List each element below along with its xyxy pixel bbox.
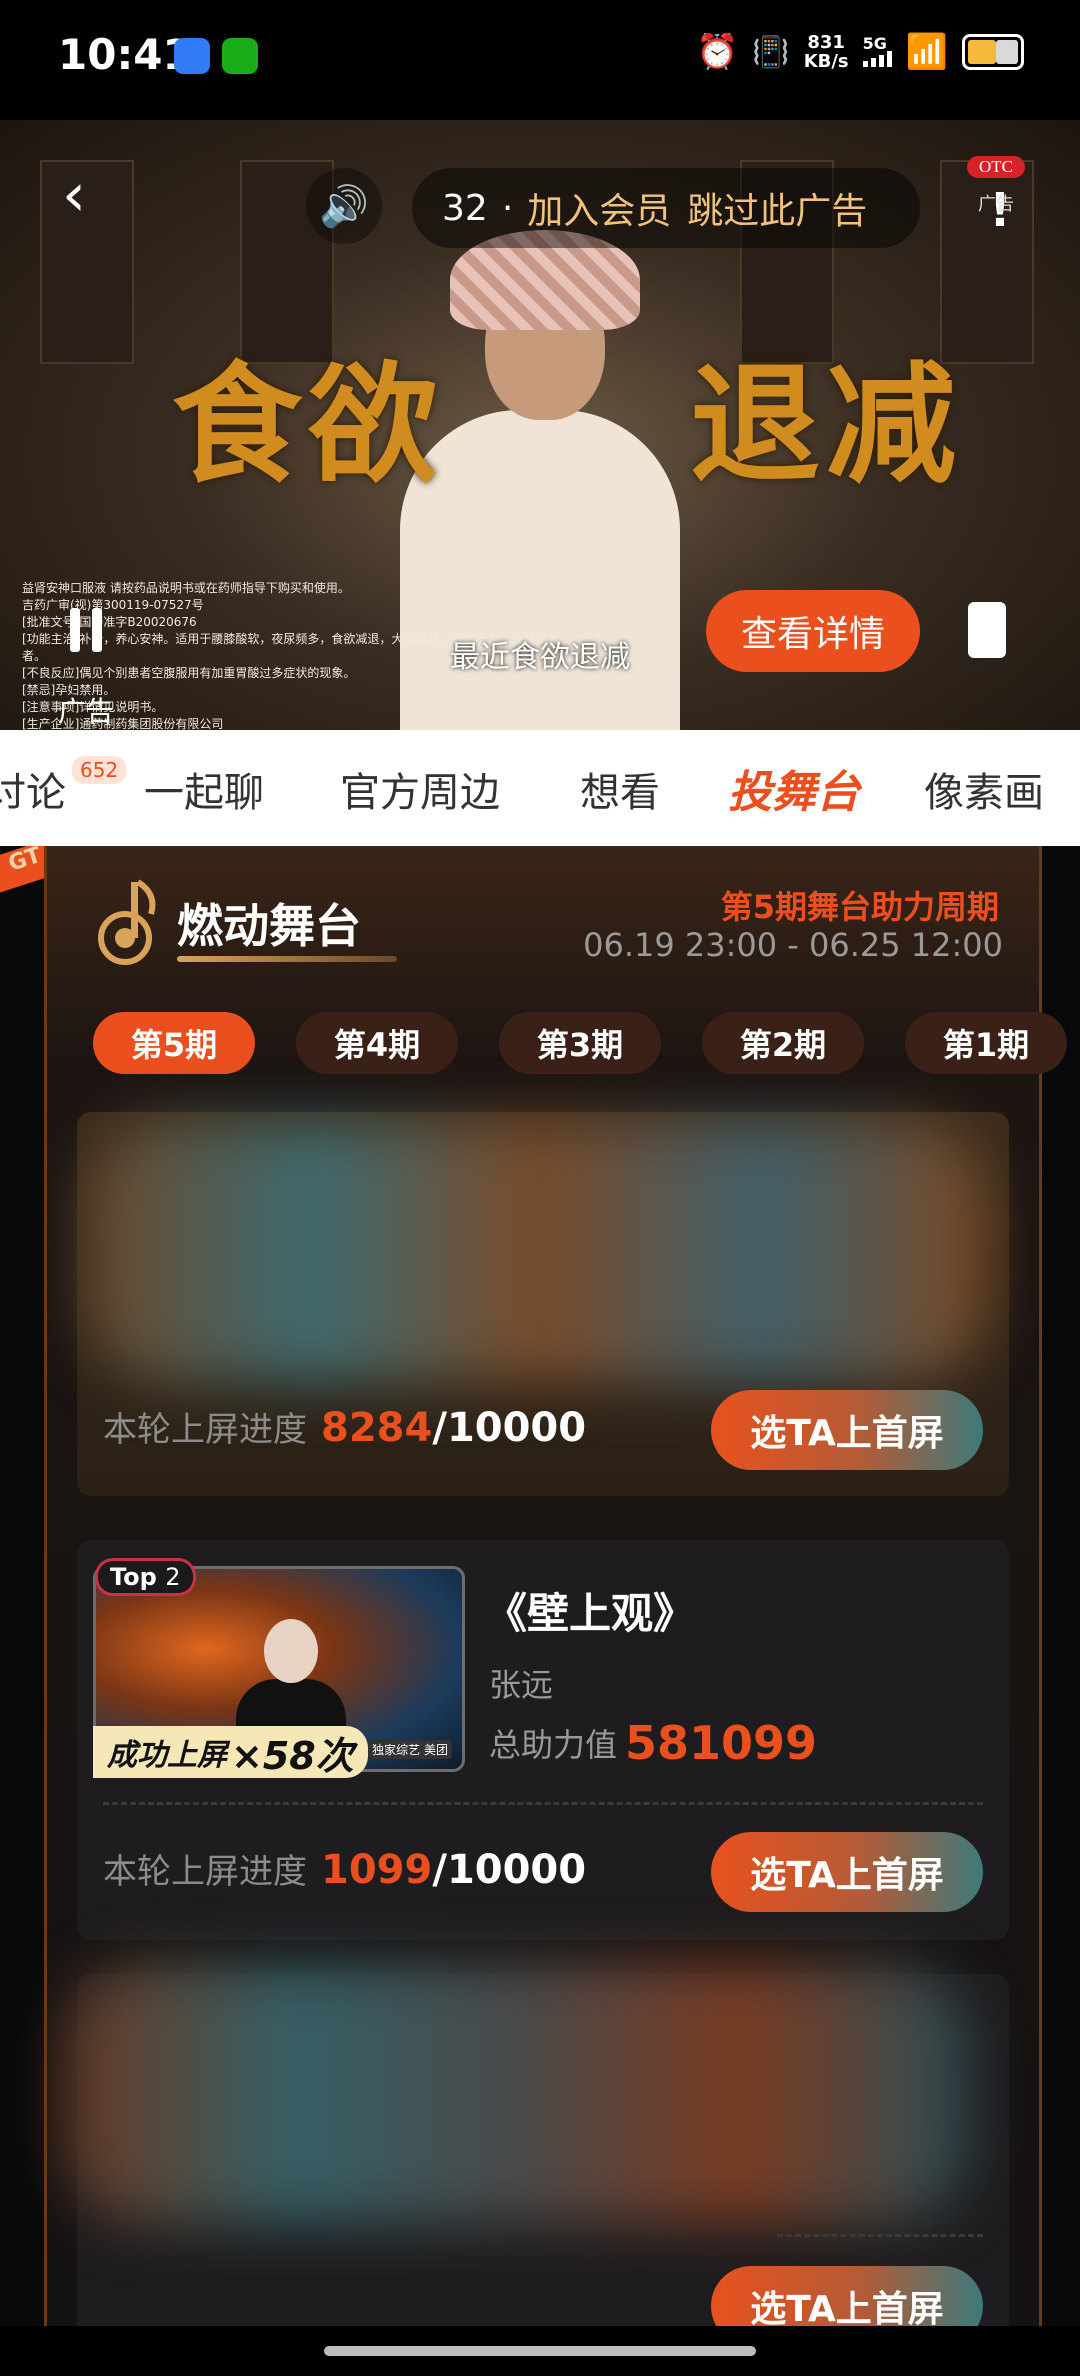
wechat-icon xyxy=(222,38,258,74)
gesture-nav-bar xyxy=(0,2326,1080,2376)
song-title: 《壁上观》 xyxy=(485,1589,696,1638)
pick-top-screen-button[interactable]: 选TA上首屏 xyxy=(711,2266,983,2326)
total-power: 总助力值 581099 xyxy=(489,1716,818,1770)
thumbnail-corner-logo: 独家综艺 美团 xyxy=(368,1740,452,1759)
otc-badge: OTC xyxy=(967,156,1025,178)
tab-bar: 讨论 652 一起聊 官方周边 想看 投舞台 像素画 xyxy=(0,730,1080,846)
video-ad-player[interactable]: 食欲 退减 ‹ 🔊 32 · 加入会员 跳过此广告 OTC ! 广告 益肾安神口… xyxy=(0,120,1080,730)
skip-ad-bar[interactable]: 32 · 加入会员 跳过此广告 xyxy=(412,168,920,248)
blurred-content xyxy=(67,1964,967,2224)
tab-want-to-watch[interactable]: 想看 xyxy=(580,760,660,818)
stage-panel: 燃动舞台 第5期舞台助力周期 06.19 23:00 - 06.25 12:00… xyxy=(44,846,1067,2326)
status-bar: 10:41 ⏰ 📳 831 KB/s 5G 📶 xyxy=(0,0,1080,120)
ad-headline-right: 退减 xyxy=(690,349,963,501)
pick-top-screen-button[interactable]: 选TA上首屏 xyxy=(711,1832,983,1912)
battery-icon xyxy=(962,34,1024,70)
net-speed: 831 KB/s xyxy=(803,32,849,72)
volume-icon[interactable]: 🔊 xyxy=(306,168,382,244)
period-chip-3[interactable]: 第3期 xyxy=(499,1012,661,1074)
alarm-icon: ⏰ xyxy=(695,32,739,72)
music-note-icon xyxy=(98,879,156,965)
stage-content: GT 燃动舞台 第5期舞台助力周期 06.19 23:00 - 06.25 12… xyxy=(0,846,1080,2326)
title-underline xyxy=(177,956,397,962)
pick-top-screen-button[interactable]: 选TA上首屏 xyxy=(711,1390,983,1470)
signal-icon: 5G xyxy=(862,36,892,67)
discussion-count-badge: 652 xyxy=(72,756,127,784)
artist-name: 张远 xyxy=(489,1666,554,1704)
vibrate-icon: 📳 xyxy=(752,34,790,70)
blurred-content xyxy=(87,1122,987,1382)
qq-browser-icon xyxy=(174,38,210,74)
period-chip-5[interactable]: 第5期 xyxy=(93,1012,255,1074)
ad-tag: 广告 xyxy=(978,194,1014,215)
progress-text: 本轮上屏进度 1099/10000 xyxy=(103,1847,587,1893)
rotate-screen-icon[interactable] xyxy=(966,598,1016,658)
divider xyxy=(777,2234,983,2237)
join-vip-link[interactable]: 加入会员 xyxy=(527,182,671,234)
countdown: 32 xyxy=(442,187,488,229)
period-chip-4[interactable]: 第4期 xyxy=(296,1012,458,1074)
tab-chat-together[interactable]: 一起聊 xyxy=(144,760,264,818)
clock: 10:41 xyxy=(58,30,192,79)
skip-ad-link[interactable]: 跳过此广告 xyxy=(687,182,867,234)
tab-discussion[interactable]: 讨论 652 xyxy=(0,756,127,818)
stage-card: 选TA上首屏 xyxy=(67,1964,1009,2326)
period-chip-1[interactable]: 第1期 xyxy=(905,1012,1067,1074)
tab-pixel-art[interactable]: 像素画 xyxy=(924,760,1044,818)
success-count-badge: 成功上屏 ×58次 xyxy=(93,1726,368,1778)
progress-text: 本轮上屏进度 8284/10000 xyxy=(103,1405,587,1451)
stage-title: 燃动舞台 xyxy=(177,899,361,953)
view-details-button[interactable]: 查看详情 xyxy=(706,590,920,672)
rank-badge: Top 2 xyxy=(95,1558,196,1596)
ad-label: 广告 xyxy=(58,695,115,728)
period-chip-2[interactable]: 第2期 xyxy=(702,1012,864,1074)
ad-headline-left: 食欲 xyxy=(172,349,445,501)
wifi-icon: 📶 xyxy=(905,32,948,72)
tab-official-merch[interactable]: 官方周边 xyxy=(340,760,500,818)
home-indicator[interactable] xyxy=(324,2346,756,2356)
stage-card: 本轮上屏进度 8284/10000 选TA上首屏 xyxy=(77,1112,1009,1496)
period-title: 第5期舞台助力周期 xyxy=(720,888,999,926)
divider xyxy=(103,1802,983,1805)
back-button[interactable]: ‹ xyxy=(62,160,122,240)
stage-card[interactable]: 《壁上观》 独家综艺 美团 Top 2 成功上屏×58次 《壁上观》 张远 总助… xyxy=(77,1540,1009,1940)
tab-vote-stage[interactable]: 投舞台 xyxy=(728,756,860,820)
separator: · xyxy=(501,187,514,229)
period-range: 06.19 23:00 - 06.25 12:00 xyxy=(583,926,1003,964)
